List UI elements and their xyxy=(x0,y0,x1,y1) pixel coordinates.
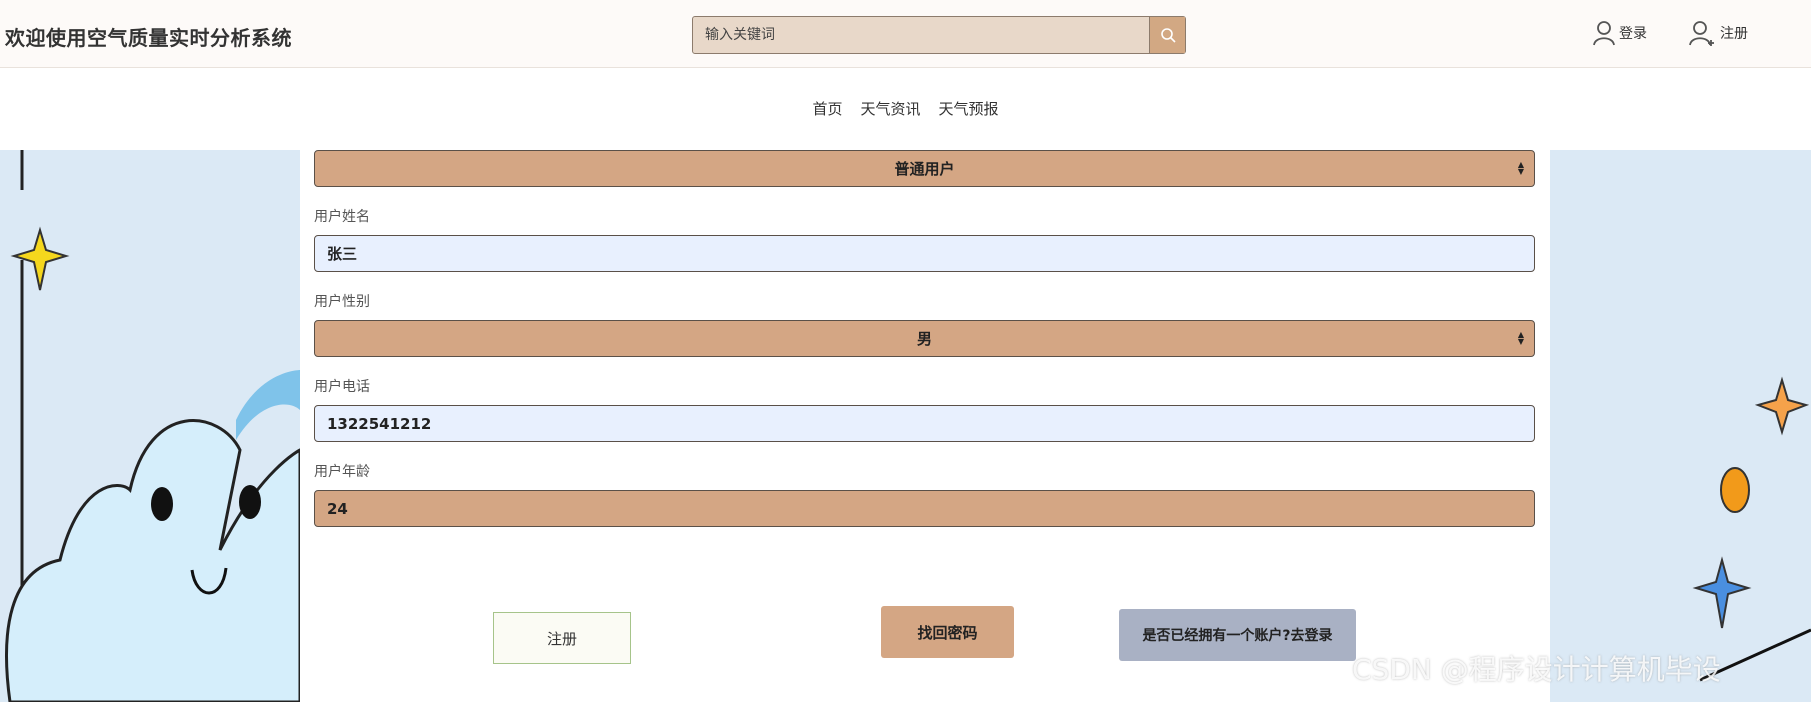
search-icon xyxy=(1160,28,1176,43)
phone-label: 用户电话 xyxy=(314,379,370,395)
left-decoration-panel xyxy=(0,150,300,702)
name-value: 张三 xyxy=(327,245,358,263)
user-icon xyxy=(1593,21,1615,46)
age-field[interactable]: 24 xyxy=(314,490,1535,527)
right-decoration-panel xyxy=(1550,150,1811,702)
gender-select-value: 男 xyxy=(916,330,932,348)
recover-password-button[interactable]: 找回密码 xyxy=(881,606,1014,658)
register-link[interactable]: 注册 xyxy=(1689,20,1748,46)
phone-value: 1322541212 xyxy=(327,414,432,433)
nav-item-weather-news[interactable]: 天气资讯 xyxy=(860,98,920,119)
login-label: 登录 xyxy=(1619,26,1647,42)
watermark: CSDN @程序设计计算机毕设 xyxy=(1352,653,1721,686)
register-button-label: 注册 xyxy=(546,629,577,648)
search-button[interactable] xyxy=(1149,17,1185,53)
select-arrows-icon: ▲ ▼ xyxy=(1517,160,1524,176)
add-user-icon xyxy=(1689,21,1714,46)
nav-item-home[interactable]: 首页 xyxy=(812,98,842,119)
gender-label: 用户性别 xyxy=(314,294,370,310)
phone-field[interactable]: 1322541212 xyxy=(314,405,1535,442)
register-button[interactable]: 注册 xyxy=(493,612,631,664)
role-select-value: 普通用户 xyxy=(894,160,955,178)
have-account-login-button[interactable]: 是否已经拥有一个账户?去登录 xyxy=(1119,609,1356,661)
age-value: 24 xyxy=(327,499,348,518)
site-title: 欢迎使用空气质量实时分析系统 xyxy=(5,26,292,50)
have-account-label: 是否已经拥有一个账户?去登录 xyxy=(1142,628,1333,644)
search-input[interactable] xyxy=(693,17,1149,53)
gender-select[interactable]: 男 ▲ ▼ xyxy=(314,320,1535,357)
cloud-illustration-left xyxy=(5,150,300,702)
name-field[interactable]: 张三 xyxy=(314,235,1535,272)
nav-item-weather-forecast[interactable]: 天气预报 xyxy=(939,98,999,119)
stars-illustration-right xyxy=(1692,376,1811,682)
select-arrows-icon: ▲ ▼ xyxy=(1517,330,1524,346)
age-label: 用户年龄 xyxy=(314,464,370,480)
role-select[interactable]: 普通用户 ▲ ▼ xyxy=(314,150,1535,187)
top-header: 欢迎使用空气质量实时分析系统 登录 注册 xyxy=(0,0,1811,68)
recover-password-label: 找回密码 xyxy=(917,623,978,642)
name-label: 用户姓名 xyxy=(314,209,370,225)
login-link[interactable]: 登录 xyxy=(1592,20,1647,46)
search-bar xyxy=(692,16,1186,54)
register-label: 注册 xyxy=(1720,26,1748,42)
main-nav: 首页 天气资讯 天气预报 xyxy=(0,68,1811,148)
